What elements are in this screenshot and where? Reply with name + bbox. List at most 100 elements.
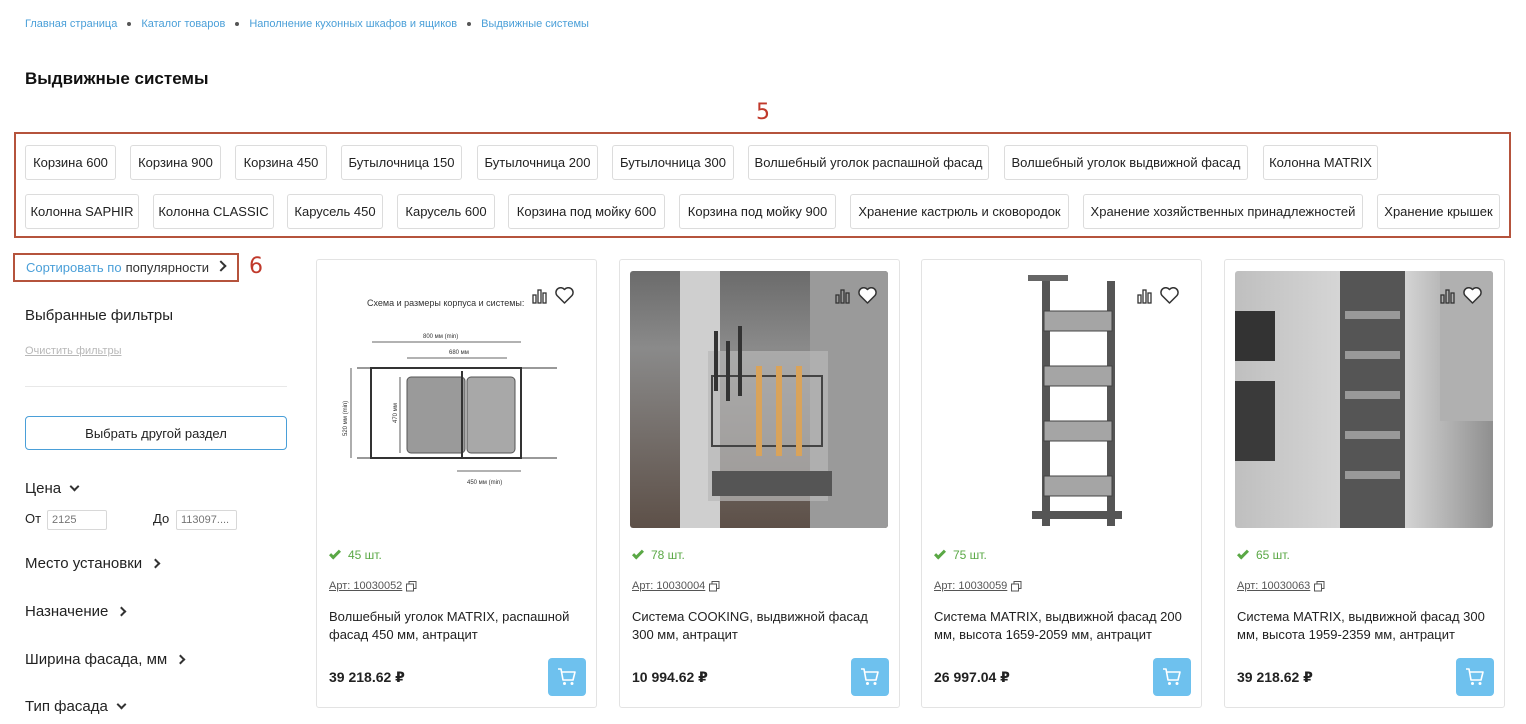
chevron-down-icon: [69, 481, 80, 492]
tag-carousel-600[interactable]: Карусель 600: [397, 194, 495, 229]
breadcrumb-separator: [127, 22, 132, 26]
filter-facade-type-label: Тип фасада: [25, 698, 108, 715]
stock-count: 45 шт.: [348, 548, 382, 562]
product-photo: [680, 271, 888, 528]
cart-icon: [1466, 668, 1484, 685]
breadcrumb-separator: [235, 22, 240, 26]
compare-icon[interactable]: [1440, 288, 1456, 304]
cart-icon: [1163, 668, 1181, 685]
tag-column-matrix[interactable]: Колонна MATRIX: [1263, 145, 1378, 180]
article-text: Арт: 10030004: [632, 580, 706, 592]
product-card[interactable]: 75 шт. Арт: 10030059 Система MATRIX, выд…: [921, 259, 1202, 708]
add-to-cart-button[interactable]: [1456, 658, 1494, 696]
filter-purpose-label: Назначение: [25, 603, 109, 620]
product-name[interactable]: Система COOKING, выдвижной фасад 300 мм,…: [632, 608, 890, 644]
stock-status: 78 шт.: [631, 546, 685, 562]
diagram-title: Схема и размеры корпуса и системы:: [367, 298, 524, 308]
clear-filters-link[interactable]: Очистить фильтры: [25, 345, 122, 357]
copy-icon[interactable]: [406, 580, 417, 592]
tag-carousel-450[interactable]: Карусель 450: [287, 194, 383, 229]
breadcrumb-home[interactable]: Главная страница: [25, 18, 117, 30]
stock-status: 75 шт.: [933, 546, 987, 562]
tag-bottle-300[interactable]: Бутылочница 300: [612, 145, 734, 180]
favorite-heart-icon[interactable]: [1463, 287, 1482, 304]
product-card[interactable]: 78 шт. Арт: 10030004 Система COOKING, вы…: [619, 259, 900, 708]
price-from-input[interactable]: [47, 510, 107, 530]
compare-icon[interactable]: [835, 288, 851, 304]
filter-facade-width[interactable]: Ширина фасада, мм: [25, 651, 186, 668]
favorite-heart-icon[interactable]: [858, 287, 877, 304]
sort-control[interactable]: Сортировать по популярности: [13, 253, 239, 282]
product-card[interactable]: Схема и размеры корпуса и системы: 800 м…: [316, 259, 597, 708]
stock-count: 78 шт.: [651, 548, 685, 562]
stock-count: 65 шт.: [1256, 548, 1290, 562]
copy-icon[interactable]: [709, 580, 720, 592]
tag-basket-900[interactable]: Корзина 900: [130, 145, 221, 180]
tag-pots-pans[interactable]: Хранение кастрюль и сковородок: [850, 194, 1069, 229]
article-number[interactable]: Арт: 10030004: [632, 580, 720, 592]
tag-column-classic[interactable]: Колонна CLASSIC: [153, 194, 274, 229]
article-number[interactable]: Арт: 10030059: [934, 580, 1022, 592]
tag-bottle-150[interactable]: Бутылочница 150: [341, 145, 462, 180]
chevron-right-icon: [150, 558, 161, 569]
product-price: 10 994.62 ₽: [632, 669, 708, 685]
product-photo: [1028, 275, 1122, 526]
product-image[interactable]: [932, 271, 1190, 528]
article-number[interactable]: Арт: 10030063: [1237, 580, 1325, 592]
add-to-cart-button[interactable]: [1153, 658, 1191, 696]
tag-sink-basket-600[interactable]: Корзина под мойку 600: [508, 194, 665, 229]
breadcrumb-separator: [467, 22, 472, 26]
breadcrumb-catalog[interactable]: Каталог товаров: [141, 18, 225, 30]
check-icon: [328, 546, 342, 560]
product-image[interactable]: Схема и размеры корпуса и системы: 800 м…: [327, 271, 585, 528]
add-to-cart-button[interactable]: [548, 658, 586, 696]
diagram-dim: 470 мм: [393, 403, 399, 423]
product-card[interactable]: 65 шт. Арт: 10030063 Система MATRIX, выд…: [1224, 259, 1505, 708]
compare-icon[interactable]: [1137, 288, 1153, 304]
breadcrumb-current[interactable]: Выдвижные системы: [481, 18, 589, 30]
sort-value: популярности: [125, 260, 210, 275]
filter-facade-type[interactable]: Тип фасада: [25, 698, 127, 715]
tag-magic-corner-hinged[interactable]: Волшебный уголок распашной фасад: [748, 145, 989, 180]
price-from-label: От: [25, 511, 42, 526]
tag-bottle-200[interactable]: Бутылочница 200: [477, 145, 598, 180]
check-icon: [1236, 546, 1250, 560]
product-name[interactable]: Волшебный уголок MATRIX, распашной фасад…: [329, 608, 587, 644]
product-image[interactable]: [1235, 271, 1493, 528]
stock-count: 75 шт.: [953, 548, 987, 562]
check-icon: [933, 546, 947, 560]
product-name[interactable]: Система MATRIX, выдвижной фасад 200 мм, …: [934, 608, 1192, 644]
breadcrumb-kitchen-fill[interactable]: Наполнение кухонных шкафов и ящиков: [249, 18, 457, 30]
product-diagram: Схема и размеры корпуса и системы: 800 м…: [343, 298, 557, 486]
tag-sink-basket-900[interactable]: Корзина под мойку 900: [679, 194, 836, 229]
copy-icon[interactable]: [1314, 580, 1325, 592]
chevron-right-icon: [175, 654, 186, 665]
card-actions: [1137, 287, 1179, 304]
tag-column-saphir[interactable]: Колонна SAPHIR: [25, 194, 139, 229]
choose-section-button[interactable]: Выбрать другой раздел: [25, 416, 287, 450]
page-title: Выдвижные системы: [25, 69, 209, 88]
filter-purpose[interactable]: Назначение: [25, 603, 127, 620]
tag-basket-600[interactable]: Корзина 600: [25, 145, 116, 180]
article-number[interactable]: Арт: 10030052: [329, 580, 417, 592]
product-photo: [1235, 271, 1493, 528]
article-text: Арт: 10030063: [1237, 580, 1311, 592]
filter-price-label: Цена: [25, 480, 62, 497]
tag-basket-450[interactable]: Корзина 450: [235, 145, 327, 180]
filter-install-place[interactable]: Место установки: [25, 555, 161, 572]
tag-lids[interactable]: Хранение крышек: [1377, 194, 1500, 229]
tag-magic-corner-drawer[interactable]: Волшебный уголок выдвижной фасад: [1004, 145, 1248, 180]
product-name[interactable]: Система MATRIX, выдвижной фасад 300 мм, …: [1237, 608, 1495, 644]
favorite-heart-icon[interactable]: [1160, 287, 1179, 304]
favorite-heart-icon[interactable]: [555, 287, 574, 304]
add-to-cart-button[interactable]: [851, 658, 889, 696]
compare-icon[interactable]: [532, 288, 548, 304]
filter-install-place-label: Место установки: [25, 555, 143, 572]
product-image[interactable]: [630, 271, 888, 528]
selected-filters-title: Выбранные фильтры: [25, 307, 174, 324]
tag-household[interactable]: Хранение хозяйственных принадлежностей: [1083, 194, 1363, 229]
copy-icon[interactable]: [1011, 580, 1022, 592]
price-to-input[interactable]: [176, 510, 237, 530]
diagram-dim: 520 мм (min): [343, 401, 349, 436]
filter-price[interactable]: Цена: [25, 480, 80, 497]
